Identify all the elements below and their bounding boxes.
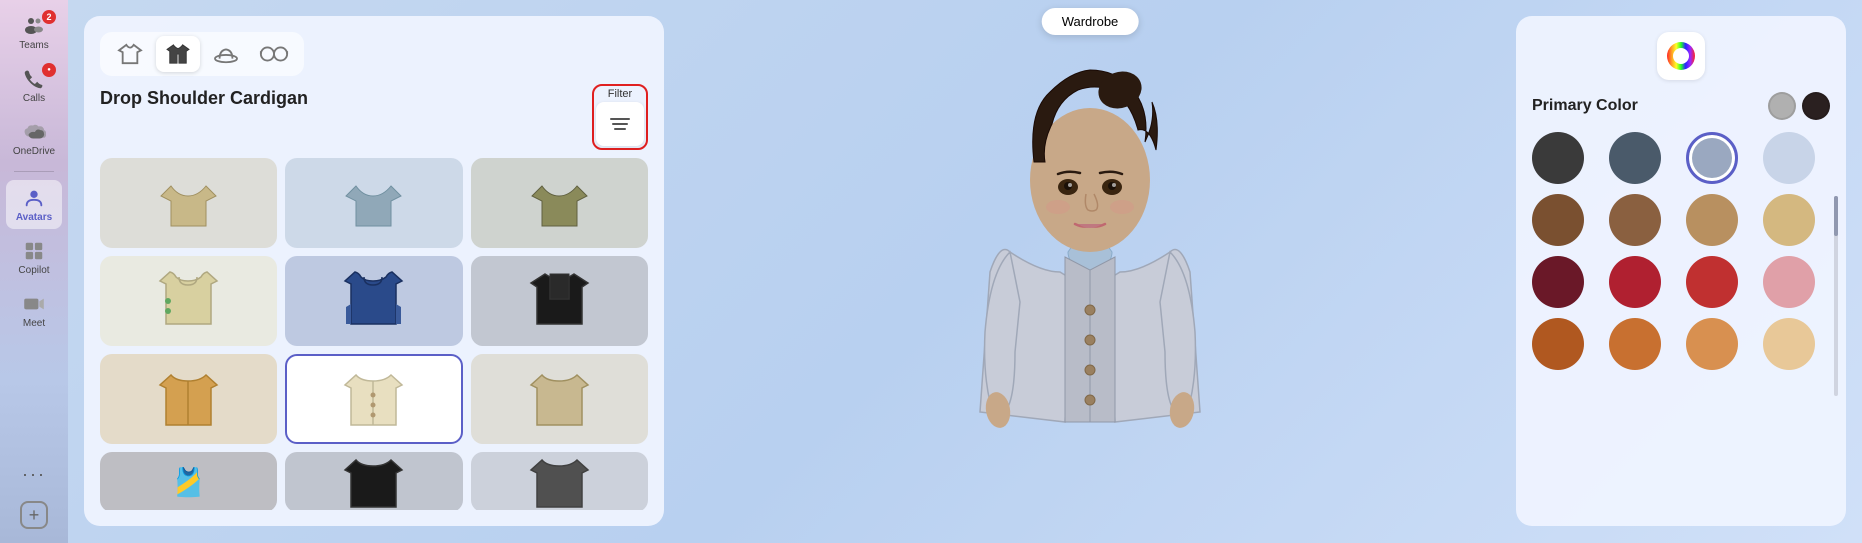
clothing-item[interactable] bbox=[100, 256, 277, 346]
cloth-icon bbox=[524, 266, 594, 336]
color-preview-light[interactable] bbox=[1768, 92, 1796, 120]
sidebar-item-calls-label: Calls bbox=[23, 93, 45, 104]
filter-button-wrapper: Filter bbox=[592, 84, 648, 150]
color-swatch[interactable] bbox=[1532, 194, 1584, 246]
clothing-item[interactable] bbox=[471, 354, 648, 444]
tab-hat[interactable] bbox=[204, 36, 248, 72]
selected-item-title: Drop Shoulder Cardigan bbox=[100, 88, 308, 109]
color-swatch-selected[interactable] bbox=[1686, 132, 1738, 184]
avatar-center: Wardrobe bbox=[664, 0, 1516, 543]
sidebar-bottom: ··· + bbox=[6, 458, 62, 535]
color-panel: Primary Color bbox=[1516, 16, 1846, 526]
category-tab-bar bbox=[100, 32, 304, 76]
color-swatch[interactable] bbox=[1532, 256, 1584, 308]
sidebar-add[interactable]: + bbox=[6, 495, 62, 535]
color-swatch[interactable] bbox=[1609, 256, 1661, 308]
color-swatch-grid bbox=[1532, 132, 1830, 370]
sidebar-item-calls[interactable]: ● Calls bbox=[6, 61, 62, 110]
color-swatch[interactable] bbox=[1763, 318, 1815, 370]
avatar-figure bbox=[920, 32, 1260, 512]
sidebar-item-meet[interactable]: Meet bbox=[6, 286, 62, 335]
clothing-item[interactable]: 🎽 bbox=[100, 452, 277, 510]
sidebar-item-onedrive-label: OneDrive bbox=[13, 146, 55, 157]
color-preview-dark[interactable] bbox=[1802, 92, 1830, 120]
clothing-item[interactable] bbox=[471, 256, 648, 346]
copilot-icon bbox=[22, 239, 46, 263]
tab-shirt[interactable] bbox=[108, 36, 152, 72]
cloth-icon bbox=[339, 168, 409, 238]
more-dots-icon: ··· bbox=[22, 464, 46, 485]
cloth-icon bbox=[154, 364, 224, 434]
wardrobe-panel: Drop Shoulder Cardigan Filter bbox=[84, 16, 664, 526]
color-swatch[interactable] bbox=[1686, 194, 1738, 246]
scrollbar-track bbox=[1834, 196, 1838, 396]
filter-lines-icon bbox=[610, 118, 630, 130]
color-swatch[interactable] bbox=[1609, 132, 1661, 184]
color-swatch[interactable] bbox=[1763, 194, 1815, 246]
tab-jacket[interactable] bbox=[156, 36, 200, 72]
add-icon: + bbox=[20, 501, 48, 529]
color-wheel-container bbox=[1532, 32, 1830, 80]
sidebar-item-teams[interactable]: 2 Teams bbox=[6, 8, 62, 57]
cloth-icon bbox=[339, 452, 409, 510]
color-preview-pair bbox=[1768, 92, 1830, 120]
teams-badge: 2 bbox=[42, 10, 56, 24]
color-swatch[interactable] bbox=[1609, 194, 1661, 246]
clothing-item[interactable] bbox=[285, 452, 462, 510]
color-swatch[interactable] bbox=[1686, 256, 1738, 308]
sidebar-divider bbox=[14, 171, 54, 172]
main-area: Drop Shoulder Cardigan Filter bbox=[68, 0, 1862, 543]
scrollbar-thumb[interactable] bbox=[1834, 196, 1838, 236]
clothing-item[interactable] bbox=[471, 452, 648, 510]
filter-button[interactable] bbox=[596, 102, 644, 146]
clothing-grid: 🎽 bbox=[100, 158, 648, 510]
color-swatch[interactable] bbox=[1532, 318, 1584, 370]
sidebar-more[interactable]: ··· bbox=[6, 458, 62, 491]
sidebar: 2 Teams ● Calls OneDrive bbox=[0, 0, 68, 543]
sidebar-item-teams-label: Teams bbox=[19, 40, 48, 51]
clothing-item[interactable] bbox=[285, 256, 462, 346]
sidebar-item-copilot[interactable]: Copilot bbox=[6, 233, 62, 282]
filter-section: Drop Shoulder Cardigan Filter bbox=[100, 84, 648, 150]
cloth-icon bbox=[524, 364, 594, 434]
color-swatch[interactable] bbox=[1609, 318, 1661, 370]
onedrive-icon bbox=[22, 120, 46, 144]
color-wheel-button[interactable] bbox=[1657, 32, 1705, 80]
sidebar-item-meet-label: Meet bbox=[23, 318, 45, 329]
cloth-icon bbox=[339, 364, 409, 434]
sidebar-item-avatars[interactable]: Avatars bbox=[6, 180, 62, 229]
filter-label-text: Filter bbox=[596, 88, 644, 100]
cloth-icon bbox=[524, 452, 594, 510]
color-swatch[interactable] bbox=[1532, 132, 1584, 184]
clothing-item[interactable] bbox=[100, 158, 277, 248]
sidebar-item-onedrive[interactable]: OneDrive bbox=[6, 114, 62, 163]
sidebar-item-copilot-label: Copilot bbox=[18, 265, 49, 276]
tab-glasses[interactable] bbox=[252, 36, 296, 72]
avatars-icon bbox=[22, 186, 46, 210]
primary-color-label: Primary Color bbox=[1532, 97, 1638, 115]
clothing-item[interactable] bbox=[100, 354, 277, 444]
cloth-icon: 🎽 bbox=[154, 452, 224, 510]
cloth-icon bbox=[154, 266, 224, 336]
color-swatch[interactable] bbox=[1763, 132, 1815, 184]
meet-icon bbox=[22, 292, 46, 316]
clothing-item[interactable] bbox=[471, 158, 648, 248]
color-swatch[interactable] bbox=[1763, 256, 1815, 308]
cloth-icon bbox=[154, 168, 224, 238]
clothing-item-selected[interactable] bbox=[285, 354, 462, 444]
cloth-icon bbox=[524, 168, 594, 238]
color-swatch[interactable] bbox=[1686, 318, 1738, 370]
clothing-item[interactable] bbox=[285, 158, 462, 248]
calls-badge: ● bbox=[42, 63, 56, 77]
cloth-icon bbox=[339, 266, 409, 336]
primary-color-header: Primary Color bbox=[1532, 92, 1830, 120]
sidebar-item-avatars-label: Avatars bbox=[16, 212, 52, 223]
